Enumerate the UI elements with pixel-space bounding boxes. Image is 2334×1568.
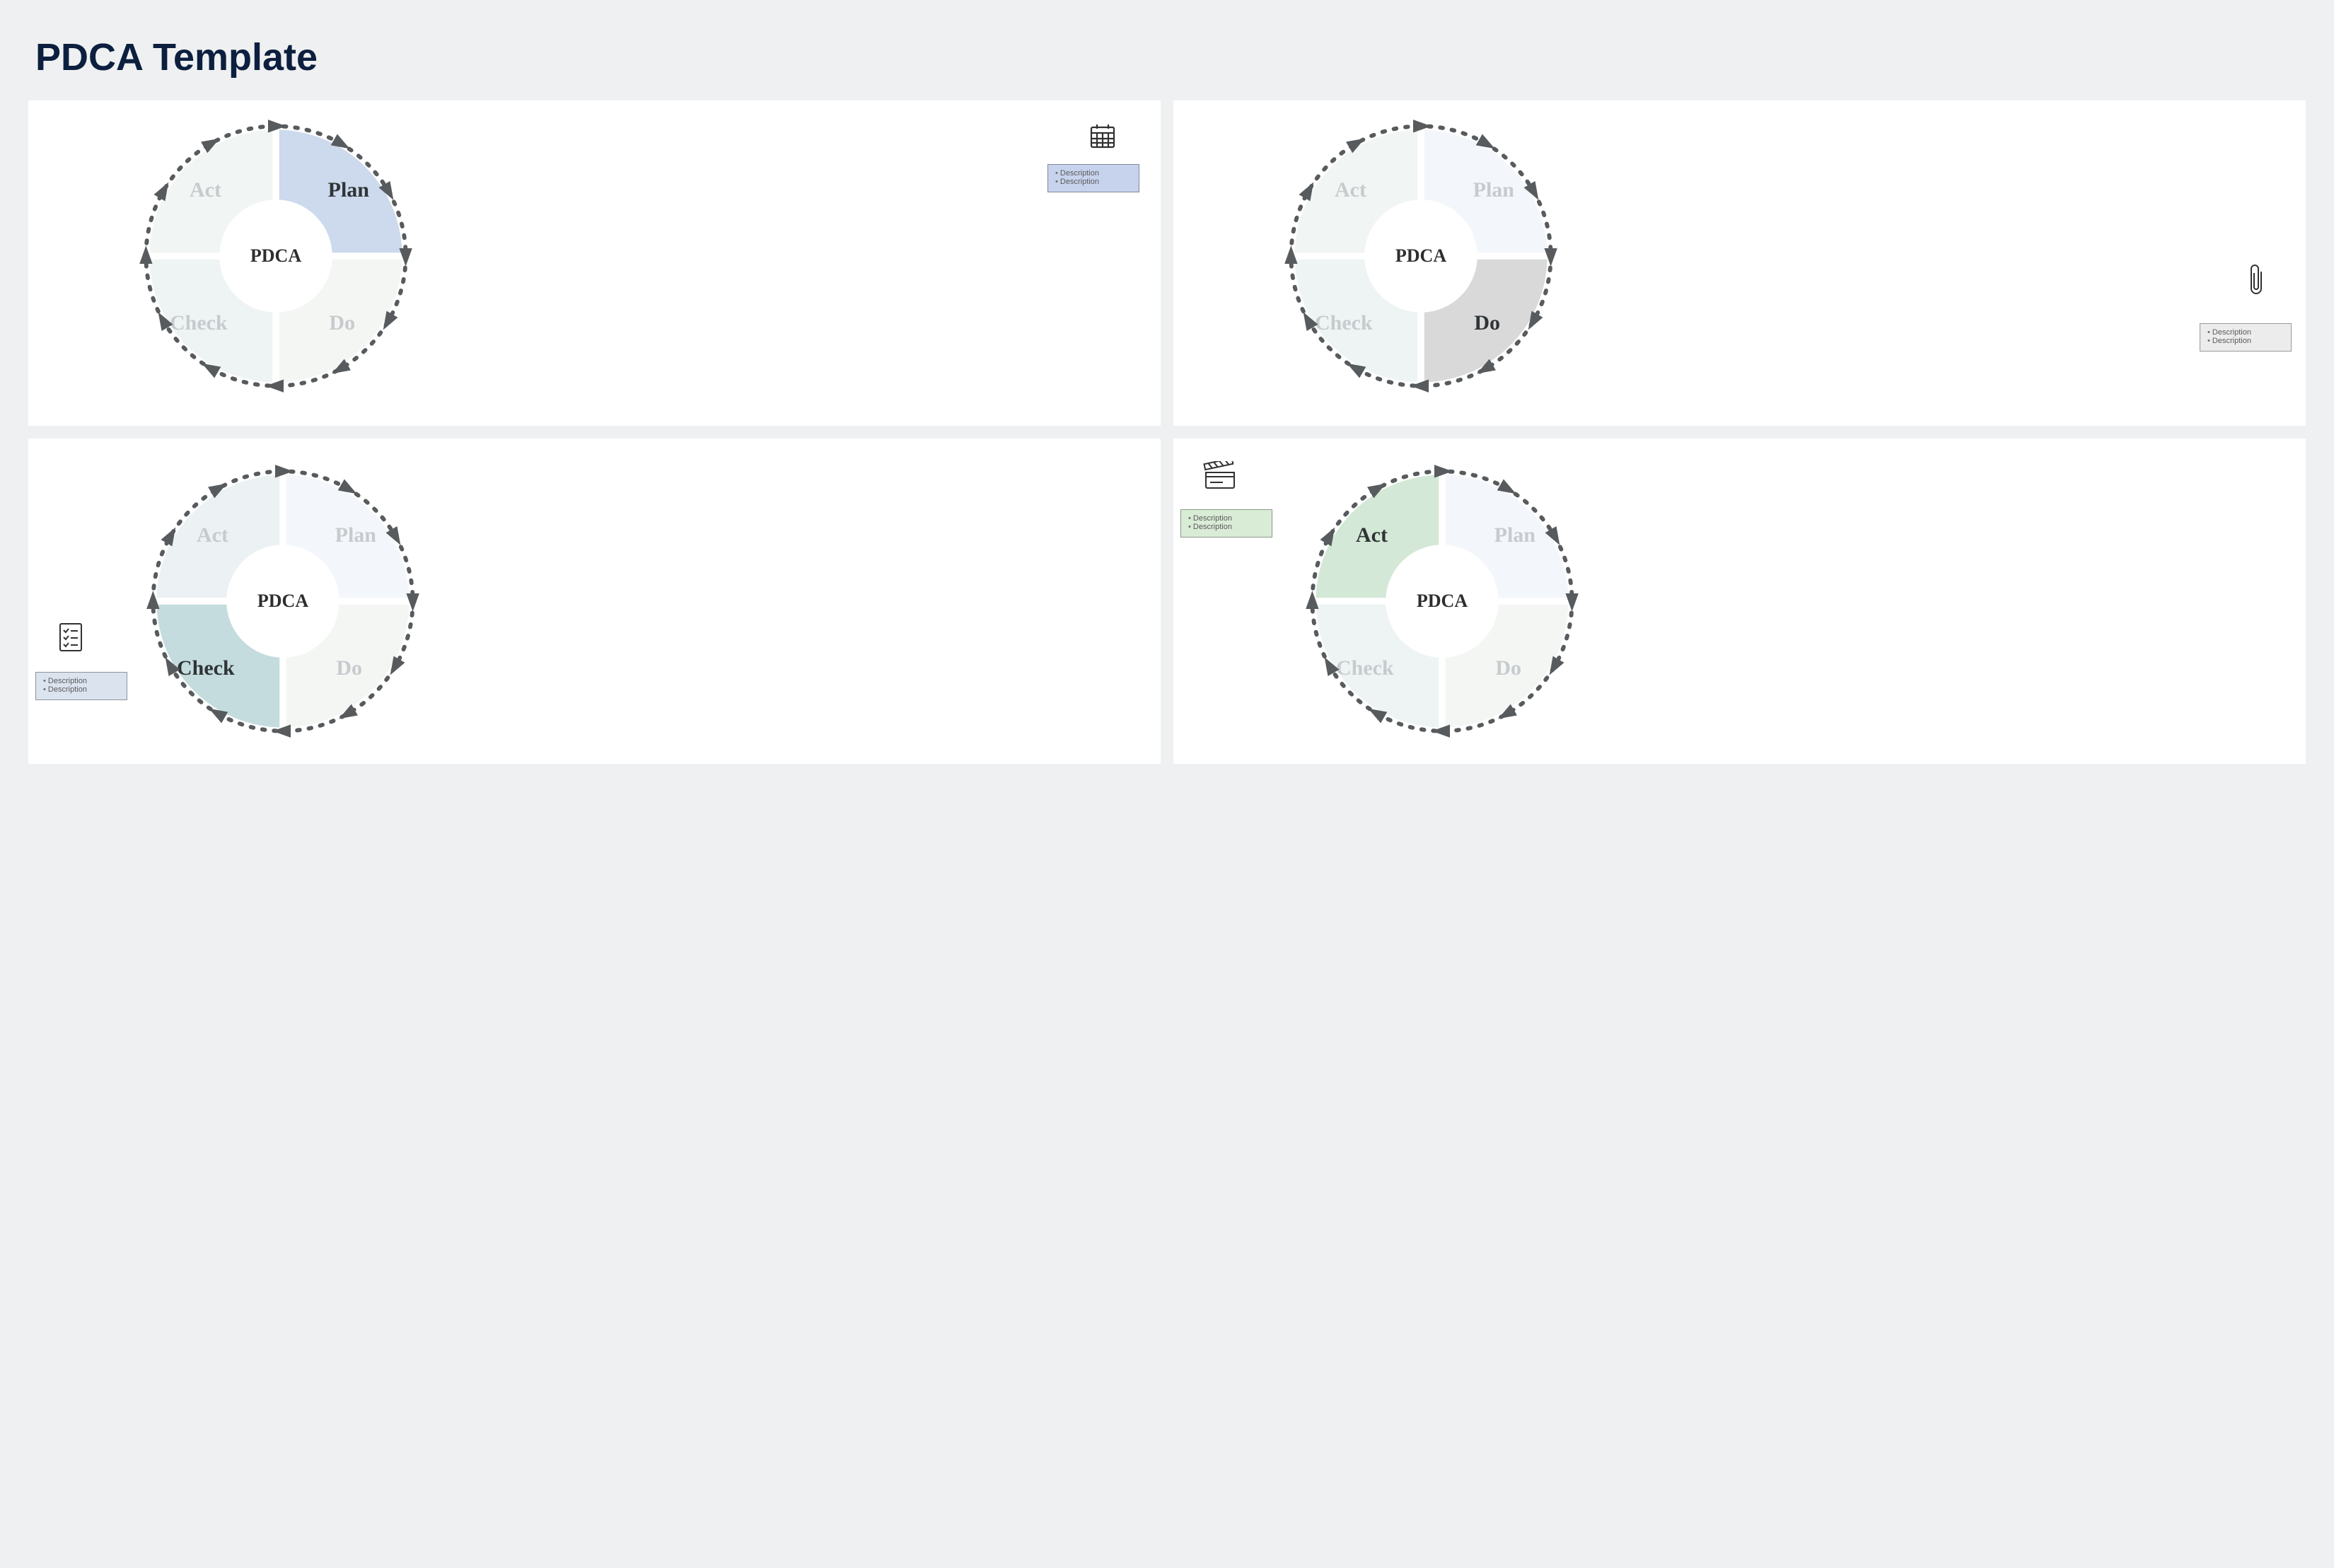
pdca-cycle: PDCA Plan Do Check Act xyxy=(141,122,410,390)
description-item: Description xyxy=(43,677,120,685)
pdca-cycle: PDCA Plan Do Check Act xyxy=(149,467,417,736)
calendar-icon xyxy=(1087,120,1118,155)
description-box: Description Description xyxy=(2200,323,2292,352)
description-box: Description Description xyxy=(35,672,127,700)
panel-check: PDCA Plan Do Check Act Description Descr… xyxy=(28,439,1161,764)
arrow-ring xyxy=(1278,113,1564,399)
description-item: Description xyxy=(1188,514,1265,523)
pdca-cycle: PDCA Plan Do Check Act xyxy=(1287,122,1555,390)
description-box: Description Description xyxy=(1047,164,1139,192)
arrow-ring xyxy=(133,113,419,399)
paperclip-icon xyxy=(2246,262,2267,302)
pdca-cycle: PDCA Plan Do Check Act xyxy=(1308,467,1577,736)
panel-plan: PDCA Plan Do Check Act Description Descr… xyxy=(28,100,1161,426)
description-item: Description xyxy=(1055,178,1132,186)
description-item: Description xyxy=(43,685,120,694)
description-item: Description xyxy=(2207,328,2284,337)
arrow-ring xyxy=(140,458,426,744)
arrow-ring xyxy=(1299,458,1585,744)
description-box: Description Description xyxy=(1180,509,1272,538)
page-title: PDCA Template xyxy=(35,35,2306,79)
panel-act: PDCA Plan Do Check Act Description xyxy=(1173,439,2306,764)
panel-grid: PDCA Plan Do Check Act Description Descr… xyxy=(28,100,2306,764)
description-item: Description xyxy=(1055,169,1132,178)
clapper-icon xyxy=(1202,461,1238,496)
description-item: Description xyxy=(2207,337,2284,345)
panel-do: PDCA Plan Do Check Act Description Descr… xyxy=(1173,100,2306,426)
description-item: Description xyxy=(1188,523,1265,531)
checklist-icon xyxy=(57,620,85,658)
